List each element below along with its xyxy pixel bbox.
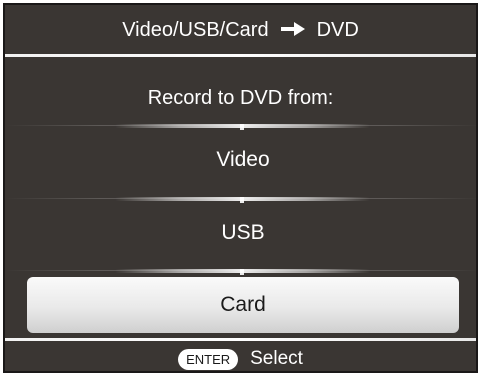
menu-item-card-selected[interactable]: Card — [27, 277, 459, 333]
menu-item-label: Video — [216, 148, 270, 171]
select-hint-label: Select — [250, 348, 303, 369]
title-bar: Video/USB/Card DVD — [5, 5, 476, 55]
dvd-record-screen: Video/USB/Card DVD Record to DVD from: V… — [3, 3, 478, 373]
menu-item-usb[interactable]: USB — [27, 206, 459, 260]
menu-divider — [5, 269, 476, 275]
enter-key-badge: ENTER — [178, 348, 239, 370]
right-arrow-icon — [280, 20, 305, 41]
source-label: Video/USB/Card — [122, 18, 269, 41]
destination-label: DVD — [316, 18, 359, 41]
menu-divider — [5, 197, 476, 203]
menu-item-label: USB — [221, 221, 265, 244]
menu-divider — [5, 124, 476, 130]
menu-item-label: Card — [220, 293, 266, 316]
footer-divider — [5, 338, 476, 341]
prompt-text: Record to DVD from: — [147, 87, 334, 109]
menu-item-video[interactable]: Video — [27, 133, 459, 187]
header-divider — [5, 54, 476, 57]
footer-hint: ENTER Select — [5, 344, 476, 371]
